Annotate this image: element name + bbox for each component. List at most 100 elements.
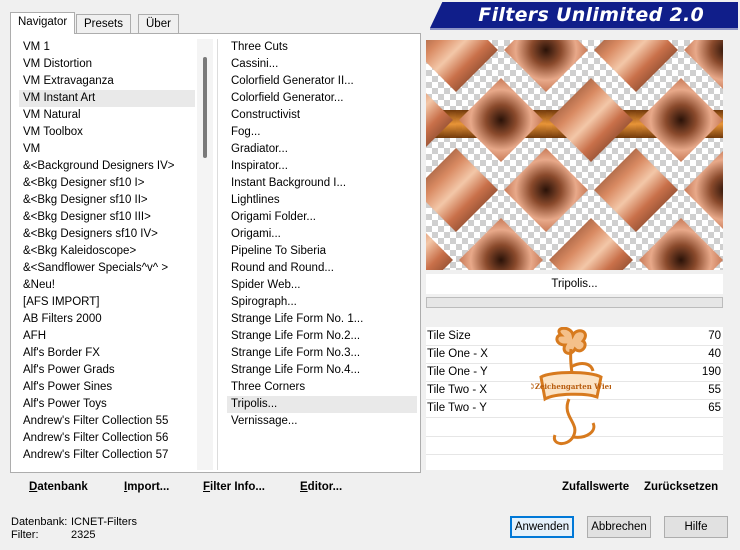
category-item[interactable]: &Neu! (19, 277, 195, 294)
preview-diamond (549, 218, 633, 270)
category-item[interactable]: &<Bkg Designers sf10 IV> (19, 226, 195, 243)
category-item[interactable]: &<Bkg Designer sf10 II> (19, 192, 195, 209)
zeichengarten-logo: ©Zeichengarten Wien (531, 327, 611, 445)
category-item[interactable]: Alf's Power Grads (19, 362, 195, 379)
preview-diamond (459, 218, 543, 270)
parameter-panel: Tile Size 70 Tile One - X 40 Tile One - Y 190… (426, 327, 723, 470)
category-item[interactable]: &<Sandflower Specials^v^ > (19, 260, 195, 277)
preview-diamond (426, 233, 453, 270)
category-item[interactable]: VM Extravaganza (19, 73, 195, 90)
category-item[interactable]: &<Bkg Designer sf10 III> (19, 209, 195, 226)
category-item[interactable]: Alf's Power Sines (19, 379, 195, 396)
database-label: Datenbank: (11, 516, 68, 528)
filter-item[interactable]: Strange Life Form No.3... (227, 345, 417, 362)
app-banner-title: Filters Unlimited 2.0 (430, 2, 738, 28)
category-item[interactable]: Andrew's Filter Collection 56 (19, 430, 195, 447)
category-item[interactable]: VM Instant Art (19, 90, 195, 107)
filter-count-label: Filter: (11, 529, 39, 541)
preview-diamond (426, 148, 498, 232)
category-scrollbar[interactable] (197, 39, 213, 470)
param-label: Tile One - X (427, 348, 488, 360)
filter-item[interactable]: Colorfield Generator II... (227, 73, 417, 90)
filter-item[interactable]: Round and Round... (227, 260, 417, 277)
category-item[interactable]: VM Distortion (19, 56, 195, 73)
filter-item[interactable]: Strange Life Form No.2... (227, 328, 417, 345)
preview-diamond (504, 40, 588, 92)
category-item[interactable]: Andrew's Filter Collection 57 (19, 447, 195, 464)
datenbank-button[interactable]: Datenbank (29, 477, 88, 497)
filter-preview-image (426, 40, 723, 270)
filter-item[interactable]: Constructivist (227, 107, 417, 124)
category-item[interactable]: Alf's Border FX (19, 345, 195, 362)
preview-pattern (426, 40, 723, 270)
filter-item[interactable]: Inspirator... (227, 158, 417, 175)
category-item[interactable]: Alf's Power Toys (19, 396, 195, 413)
filter-item[interactable]: Three Cuts (227, 39, 417, 56)
preview-diamond (639, 78, 723, 162)
preview-diamond (594, 40, 678, 92)
editor-button[interactable]: Editor... (300, 477, 342, 497)
category-item[interactable]: VM Toolbox (19, 124, 195, 141)
preview-diamond (684, 151, 723, 229)
filter-list[interactable]: Three Cuts Cassini... Colorfield Generator… (227, 39, 417, 470)
preview-diamond (684, 40, 723, 89)
banner-underline (430, 28, 738, 30)
filter-item[interactable]: Origami... (227, 226, 417, 243)
filter-item[interactable]: Pipeline To Siberia (227, 243, 417, 260)
preview-filter-name: Tripolis... (426, 274, 723, 294)
tab-uber[interactable]: Über (138, 14, 179, 33)
tab-presets[interactable]: Presets (76, 14, 131, 33)
logo-text: ©Zeichengarten Wien (531, 382, 611, 391)
filter-item[interactable]: Cassini... (227, 56, 417, 73)
param-label: Tile One - Y (427, 366, 488, 378)
preview-diamond (426, 40, 498, 92)
reset-button[interactable]: Zurücksetzen (644, 477, 718, 497)
param-label: Tile Two - Y (427, 402, 487, 414)
filter-info-button[interactable]: Filter Info... (203, 477, 265, 497)
filter-item[interactable]: Strange Life Form No.4... (227, 362, 417, 379)
category-item[interactable]: &<Background Designers IV> (19, 158, 195, 175)
list-divider (217, 39, 218, 470)
help-button[interactable]: Hilfe (664, 516, 728, 538)
category-item[interactable]: &<Bkg Kaleidoscope> (19, 243, 195, 260)
random-values-button[interactable]: Zufallswerte (562, 477, 629, 497)
category-list[interactable]: VM 1 VM Distortion VM Extravaganza VM Insta… (19, 39, 195, 470)
tab-navigator[interactable]: Navigator (10, 12, 76, 34)
filter-item[interactable]: Vernissage... (227, 413, 417, 430)
param-value: 190 (701, 366, 721, 378)
category-item[interactable]: [AFS IMPORT] (19, 294, 195, 311)
category-item[interactable]: AFH (19, 328, 195, 345)
filter-item[interactable]: Colorfield Generator... (227, 90, 417, 107)
filter-item[interactable]: Strange Life Form No. 1... (227, 311, 417, 328)
filter-item[interactable]: Spider Web... (227, 277, 417, 294)
cancel-button[interactable]: Abbrechen (587, 516, 651, 538)
filter-item[interactable]: Spirograph... (227, 294, 417, 311)
preview-diamond (639, 218, 723, 270)
filter-count-value: 2325 (71, 529, 96, 541)
category-item[interactable]: VM Natural (19, 107, 195, 124)
category-item[interactable]: AB Filters 2000 (19, 311, 195, 328)
import-button[interactable]: Import... (124, 477, 169, 497)
param-value: 55 (708, 384, 721, 396)
filter-item[interactable]: Origami Folder... (227, 209, 417, 226)
filter-item[interactable]: Gradiator... (227, 141, 417, 158)
category-item[interactable]: VM 1 (19, 39, 195, 56)
filter-item[interactable]: Instant Background I... (227, 175, 417, 192)
preview-diamond (504, 148, 588, 232)
preview-diamond (459, 78, 543, 162)
param-value: 65 (708, 402, 721, 414)
category-scroll-thumb[interactable] (203, 57, 207, 158)
category-item[interactable]: &<Bkg Designer sf10 I> (19, 175, 195, 192)
filter-item[interactable]: Tripolis... (227, 396, 417, 413)
param-label: Tile Two - X (427, 384, 488, 396)
filter-item[interactable]: Fog... (227, 124, 417, 141)
param-value: 70 (708, 330, 721, 342)
apply-button[interactable]: Anwenden (510, 516, 574, 538)
progress-bar (426, 297, 723, 308)
category-item[interactable]: VM (19, 141, 195, 158)
param-value: 40 (708, 348, 721, 360)
category-item[interactable]: Andrew's Filter Collection 55 (19, 413, 195, 430)
preview-diamond (549, 78, 633, 162)
filter-item[interactable]: Lightlines (227, 192, 417, 209)
filter-item[interactable]: Three Corners (227, 379, 417, 396)
